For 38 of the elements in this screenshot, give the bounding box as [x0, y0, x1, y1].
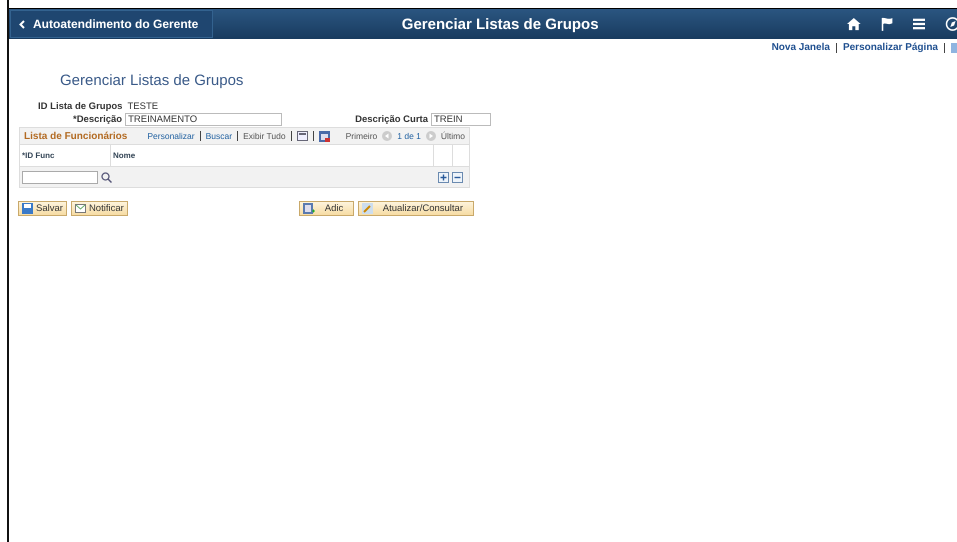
id-func-field[interactable]	[22, 170, 98, 184]
delete-row-icon[interactable]	[452, 172, 463, 182]
action-button[interactable]: Atualizar/Consultar	[358, 201, 474, 216]
envelope-icon	[74, 204, 86, 213]
column-header: *ID Func	[20, 145, 111, 166]
header-link[interactable]: Personalizar Página	[842, 42, 938, 53]
page-range: 1 de 1	[397, 131, 421, 141]
show-all-link[interactable]: Exibir Tudo	[243, 131, 286, 141]
first-link[interactable]: Primeiro	[346, 131, 378, 141]
action-button[interactable]: Adic	[298, 201, 354, 216]
last-link[interactable]: Último	[440, 131, 465, 141]
search-icon[interactable]	[101, 172, 112, 182]
short-description-field[interactable]: TREIN	[431, 113, 491, 126]
back-button[interactable]: Autoatendimento do Gerente	[10, 10, 214, 38]
zoom-window-icon[interactable]	[296, 131, 308, 141]
grid-link[interactable]: Personalizar	[147, 131, 195, 141]
pencil-icon	[362, 203, 373, 214]
spreadsheet-icon[interactable]	[318, 130, 330, 142]
field-label: Descrição Curta	[355, 114, 428, 125]
menu-icon[interactable]	[912, 17, 925, 31]
compass-icon[interactable]	[944, 15, 957, 33]
action-button[interactable]: Notificar	[70, 201, 128, 216]
grid-title: Lista de Funcionários	[24, 130, 128, 142]
add-row-icon[interactable]	[438, 172, 449, 182]
column-header: Nome	[111, 145, 434, 166]
home-icon[interactable]	[846, 16, 861, 32]
flag-icon[interactable]	[880, 15, 893, 33]
header-link[interactable]: Nova Janela	[772, 42, 830, 53]
field-value: TESTE	[127, 101, 158, 112]
field-label: ID Lista de Grupos	[38, 101, 122, 112]
field-label: *Descrição	[73, 114, 122, 125]
page-title: Gerenciar Listas de Grupos	[60, 72, 244, 89]
chevron-left-icon	[19, 20, 25, 28]
page-header-title: Gerenciar Listas de Grupos	[400, 16, 600, 32]
add-document-icon	[302, 203, 315, 214]
grid-link[interactable]: Buscar	[206, 131, 232, 141]
action-button[interactable]: Salvar	[18, 201, 67, 216]
description-field[interactable]: TREINAMENTO	[125, 113, 282, 126]
